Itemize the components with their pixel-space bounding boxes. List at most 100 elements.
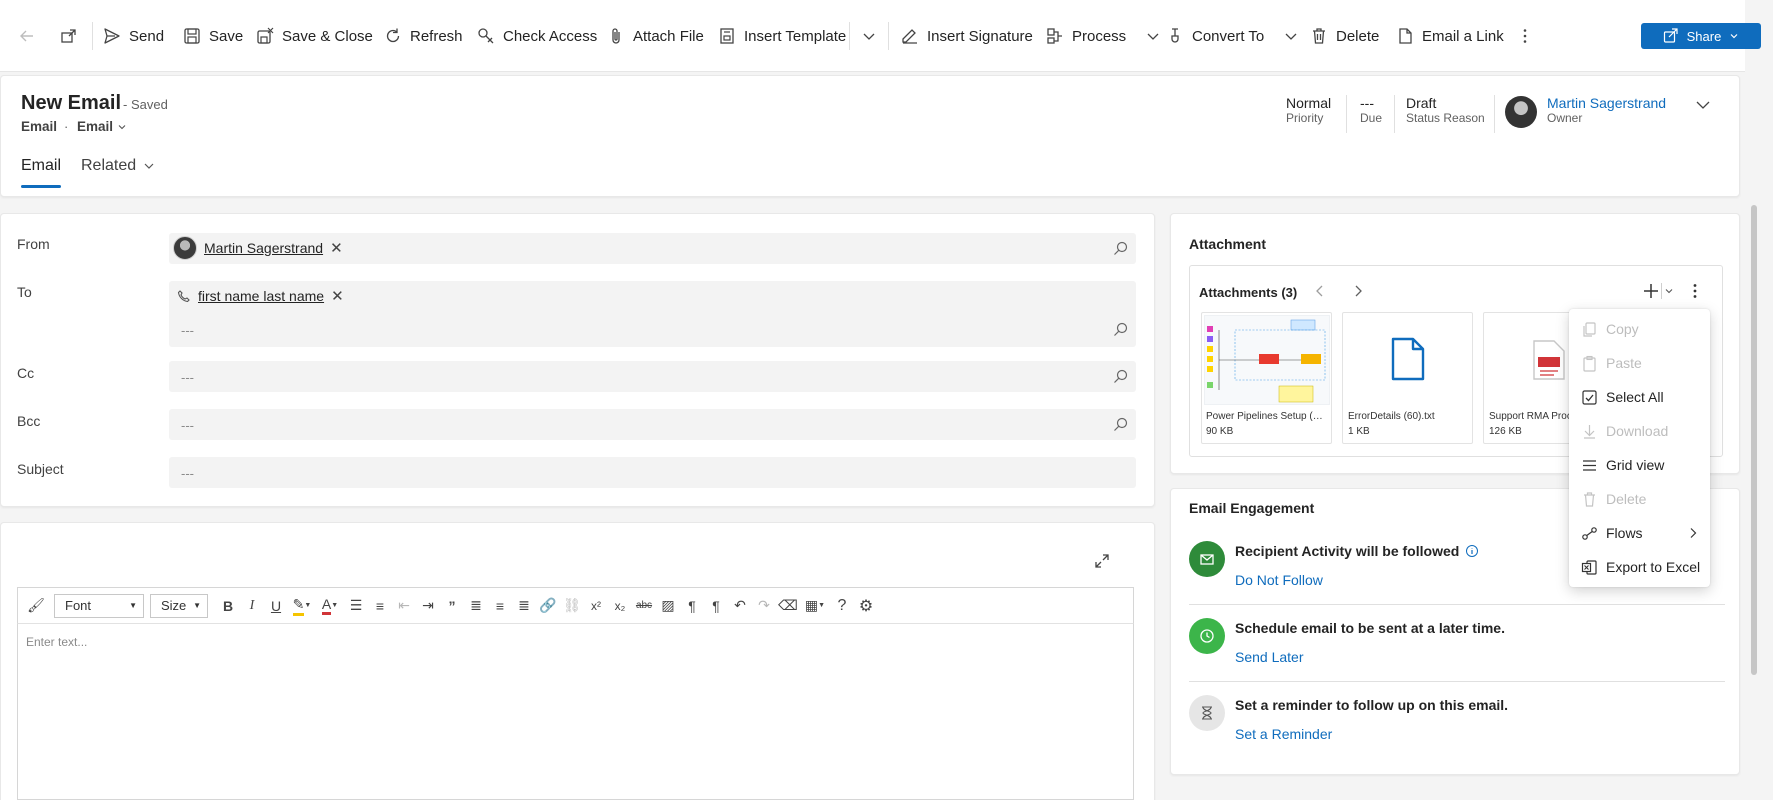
unlink-icon[interactable]: ⛓ — [560, 594, 584, 618]
link-icon[interactable]: 🔗 — [536, 594, 560, 618]
search-icon[interactable] — [1113, 417, 1128, 432]
menu-item-export-excel[interactable]: Export to Excel — [1569, 550, 1710, 584]
menu-item-paste[interactable]: Paste — [1569, 346, 1710, 380]
send-button[interactable]: Send — [103, 18, 164, 54]
attach-file-button[interactable]: Attach File — [607, 18, 704, 54]
popout-button[interactable] — [60, 18, 78, 54]
to-empty-placeholder: --- — [181, 323, 194, 338]
attachment-tile[interactable]: ErrorDetails (60).txt 1 KB — [1342, 312, 1473, 444]
process-button[interactable]: Process — [1046, 18, 1162, 54]
paste-icon — [1583, 355, 1596, 372]
share-button[interactable]: Share — [1641, 23, 1761, 49]
increase-indent-icon[interactable]: ⇥ — [416, 594, 440, 618]
attachment-tile[interactable]: Power Pipelines Setup (1)... 90 KB — [1201, 312, 1332, 444]
redo-icon[interactable]: ↷ — [752, 594, 776, 618]
underline-icon[interactable]: U — [264, 594, 288, 618]
align-left-icon[interactable]: ≣ — [464, 594, 488, 618]
subscript-icon[interactable]: x₂ — [608, 594, 632, 618]
help-icon[interactable]: ? — [830, 594, 854, 618]
page-scrollbar[interactable] — [1751, 205, 1757, 675]
search-icon[interactable] — [1113, 322, 1128, 337]
ltr-icon[interactable]: ¶ — [680, 594, 704, 618]
bcc-field[interactable]: --- — [169, 409, 1136, 440]
form-selector-label: Email — [77, 119, 114, 134]
header-expand-button[interactable] — [1694, 96, 1712, 114]
convert-to-button[interactable]: Convert To — [1166, 18, 1300, 54]
form-selector[interactable]: Email — [77, 119, 127, 134]
image-icon[interactable]: ▨ — [656, 594, 680, 618]
next-page-button[interactable] — [1350, 283, 1366, 299]
font-select[interactable]: Font ▼ — [54, 593, 144, 618]
email-link-button[interactable]: Email a Link — [1396, 18, 1504, 54]
tab-related[interactable]: Related — [81, 157, 156, 175]
back-button[interactable] — [18, 18, 36, 54]
to-token[interactable]: first name last name ✕ — [177, 287, 344, 305]
blockquote-icon[interactable]: ” — [440, 594, 464, 618]
from-token[interactable]: Martin Sagerstrand ✕ — [173, 236, 343, 260]
owner-link[interactable]: Martin Sagerstrand — [1547, 95, 1666, 111]
to-field[interactable]: first name last name ✕ --- — [169, 281, 1136, 347]
send-later-link[interactable]: Send Later — [1235, 649, 1304, 665]
align-right-icon[interactable]: ≣ — [512, 594, 536, 618]
add-attachment-button[interactable] — [1642, 282, 1660, 300]
cc-field[interactable]: --- — [169, 361, 1136, 392]
from-field[interactable]: Martin Sagerstrand ✕ — [169, 233, 1136, 264]
check-access-button[interactable]: Check Access — [477, 18, 597, 54]
set-reminder-link[interactable]: Set a Reminder — [1235, 726, 1332, 742]
prev-page-button[interactable] — [1312, 283, 1328, 299]
menu-item-copy[interactable]: Copy — [1569, 312, 1710, 346]
add-attachment-dropdown[interactable] — [1664, 286, 1674, 296]
save-button[interactable]: Save — [183, 18, 243, 54]
caret-down-icon: ▼ — [193, 601, 201, 610]
expand-editor-button[interactable] — [1094, 553, 1110, 569]
numbered-list-icon[interactable]: ≡ — [368, 594, 392, 618]
copy-icon — [1583, 321, 1596, 337]
menu-item-download[interactable]: Download — [1569, 414, 1710, 448]
insert-template-button[interactable]: Insert Template — [718, 18, 846, 54]
rtl-icon[interactable]: ¶ — [704, 594, 728, 618]
do-not-follow-link[interactable]: Do Not Follow — [1235, 572, 1323, 588]
attachment-filesize: 90 KB — [1206, 426, 1234, 437]
search-icon[interactable] — [1113, 369, 1128, 384]
refresh-label: Refresh — [410, 27, 463, 45]
gear-icon[interactable]: ⚙ — [854, 594, 878, 618]
subject-field[interactable]: --- — [169, 457, 1136, 488]
due-label: Due — [1360, 111, 1383, 125]
plus-icon — [1644, 284, 1658, 298]
remove-token-icon[interactable]: ✕ — [330, 239, 343, 257]
more-commands-button[interactable] — [1516, 18, 1534, 54]
tab-email[interactable]: Email — [21, 157, 61, 175]
table-icon[interactable]: ▦ ▼ — [800, 594, 830, 618]
undo-icon[interactable]: ↶ — [728, 594, 752, 618]
menu-item-delete[interactable]: Delete — [1569, 482, 1710, 516]
remove-token-icon[interactable]: ✕ — [331, 287, 344, 305]
search-icon[interactable] — [1113, 241, 1128, 256]
bulleted-list-icon[interactable]: ☰ — [344, 594, 368, 618]
highlight-color-icon[interactable]: ✎ ▼ — [288, 594, 316, 618]
clear-formatting-icon[interactable]: ⌫ — [776, 594, 800, 618]
attachment-more-button[interactable] — [1686, 282, 1704, 300]
format-painter-icon[interactable]: 🖌 — [24, 594, 48, 618]
menu-item-select-all[interactable]: Select All — [1569, 380, 1710, 414]
email-body-editor[interactable]: Enter text... — [17, 624, 1134, 800]
attachment-filename: Support RMA Proc — [1489, 411, 1572, 422]
chevron-down-icon — [1665, 289, 1673, 294]
more-templates-dropdown[interactable] — [860, 18, 878, 54]
decrease-indent-icon[interactable]: ⇤ — [392, 594, 416, 618]
menu-item-flows[interactable]: Flows — [1569, 516, 1710, 550]
bold-icon[interactable]: B — [216, 594, 240, 618]
info-icon[interactable] — [1465, 544, 1479, 558]
save-close-button[interactable]: Save & Close — [256, 18, 373, 54]
italic-icon[interactable]: I — [240, 594, 264, 618]
menu-item-grid-view[interactable]: Grid view — [1569, 448, 1710, 482]
align-center-icon[interactable]: ≡ — [488, 594, 512, 618]
from-token-label[interactable]: Martin Sagerstrand — [204, 240, 323, 256]
delete-button[interactable]: Delete — [1310, 18, 1379, 54]
size-select[interactable]: Size ▼ — [150, 593, 208, 618]
insert-signature-button[interactable]: Insert Signature — [901, 18, 1033, 54]
superscript-icon[interactable]: x² — [584, 594, 608, 618]
refresh-button[interactable]: Refresh — [384, 18, 463, 54]
to-token-label[interactable]: first name last name — [198, 288, 324, 304]
strikethrough-icon[interactable]: abc — [632, 594, 656, 618]
font-color-icon[interactable]: A ▼ — [316, 594, 344, 618]
